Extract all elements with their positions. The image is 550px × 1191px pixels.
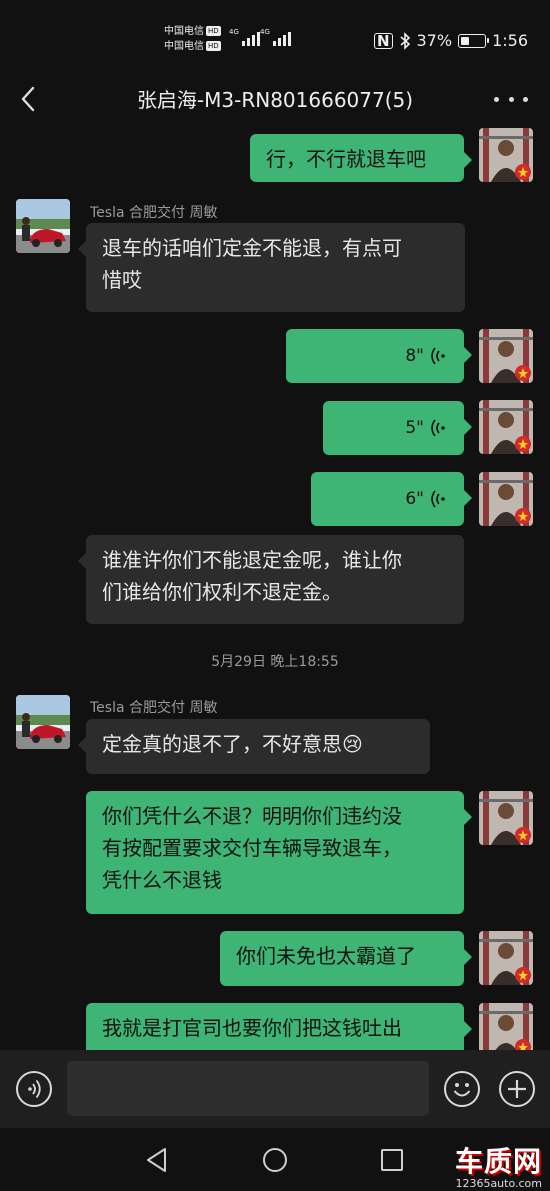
voice-message-bubble[interactable]: 8"	[286, 329, 472, 383]
battery-level	[461, 36, 469, 45]
nfc-icon: N	[373, 32, 393, 49]
message-text: 谁准许你们不能退定金呢，谁让你	[102, 548, 402, 572]
chat-header: 张启海-M3-RN801666077(5)	[0, 70, 550, 128]
voice-message-bubble[interactable]: 5"	[323, 401, 472, 455]
watermark-logo: 车质网	[454, 1145, 542, 1178]
emoji-icon[interactable]	[444, 1071, 480, 1107]
voice-wave-icon	[431, 347, 445, 365]
avatar-self[interactable]	[479, 400, 533, 454]
message-input[interactable]	[67, 1061, 429, 1116]
nav-recents-icon[interactable]	[380, 1148, 404, 1172]
battery-icon	[458, 33, 490, 48]
message-input-bar	[0, 1050, 550, 1128]
message-bubble-outgoing[interactable]: 我就是打官司也要你们把这钱吐出	[86, 1003, 472, 1050]
signal-icon: 4G	[260, 28, 291, 46]
message-text: 定金真的退不了，不好意思😢	[102, 732, 363, 756]
avatar-contact[interactable]	[16, 695, 70, 749]
message-bubble-outgoing[interactable]: 你们凭什么不退？明明你们违约没 有按配置要求交付车辆导致退车， 凭什么不退钱	[86, 791, 472, 914]
network-type: 4G	[260, 28, 270, 36]
watermark: 车质网 12365auto.com	[454, 1145, 542, 1191]
avatar-self[interactable]	[479, 472, 533, 526]
clock: 1:56	[492, 31, 528, 50]
voice-duration: 8"	[405, 346, 424, 366]
carrier-info: 中国电信 HD 中国电信 HD	[164, 24, 221, 54]
message-text: 行，不行就退车吧	[266, 147, 426, 171]
voice-wave-icon	[431, 490, 445, 508]
message-text: 你们凭什么不退？明明你们违约没	[102, 804, 402, 828]
message-list[interactable]: 行，不行就退车吧 Tesla 合肥交付 周敏 退车的话咱们定金不能退，有点可 惜…	[0, 128, 550, 1050]
message-bubble-outgoing[interactable]: 行，不行就退车吧	[250, 134, 472, 182]
hd-badge: HD	[206, 41, 221, 51]
avatar-contact[interactable]	[16, 199, 70, 253]
hd-badge: HD	[206, 26, 221, 36]
avatar-self[interactable]	[479, 791, 533, 845]
message-text: 我就是打官司也要你们把这钱吐出	[102, 1016, 402, 1040]
voice-wave-icon	[431, 419, 445, 437]
message-text: 有按配置要求交付车辆导致退车，	[102, 836, 402, 860]
message-bubble-incoming[interactable]: 定金真的退不了，不好意思😢	[78, 719, 430, 774]
message-timestamp: 5月29日 晚上18:55	[211, 654, 339, 670]
signal-icon: 4G	[229, 28, 260, 46]
status-bar: 中国电信 HD 中国电信 HD 4G 4G N 37% 1:56	[0, 0, 550, 70]
voice-duration: 5"	[405, 418, 424, 438]
avatar-self[interactable]	[479, 329, 533, 383]
nav-back-icon[interactable]	[145, 1147, 169, 1173]
message-bubble-incoming[interactable]: 退车的话咱们定金不能退，有点可 惜哎	[78, 223, 465, 312]
carrier-name-1: 中国电信	[164, 26, 204, 37]
sender-name: Tesla 合肥交付 周敏	[90, 205, 218, 221]
chat-title: 张启海-M3-RN801666077(5)	[136, 88, 414, 112]
voice-message-bubble[interactable]: 6"	[311, 472, 472, 526]
more-options-icon[interactable]	[494, 86, 528, 112]
message-text: 凭什么不退钱	[102, 868, 222, 892]
voice-input-icon[interactable]	[16, 1071, 52, 1107]
avatar-self[interactable]	[479, 128, 533, 182]
message-text: 退车的话咱们定金不能退，有点可	[102, 236, 402, 260]
back-arrow-icon[interactable]	[14, 82, 44, 116]
voice-duration: 6"	[405, 489, 424, 509]
sender-name: Tesla 合肥交付 周敏	[90, 700, 218, 716]
watermark-url: 12365auto.com	[455, 1177, 542, 1190]
message-text: 你们未免也太霸道了	[236, 944, 416, 968]
message-bubble-incoming[interactable]: 谁准许你们不能退定金呢，谁让你 们谁给你们权利不退定金。	[78, 535, 464, 624]
avatar-self[interactable]	[479, 1003, 533, 1050]
message-text: 们谁给你们权利不退定金。	[102, 580, 342, 604]
bluetooth-icon	[399, 31, 410, 50]
network-type: 4G	[229, 28, 239, 36]
nav-home-icon[interactable]	[262, 1147, 288, 1173]
battery-percent: 37%	[416, 31, 453, 50]
plus-icon[interactable]	[499, 1071, 535, 1107]
carrier-name-2: 中国电信	[164, 41, 204, 52]
message-text: 惜哎	[102, 268, 142, 292]
avatar-self[interactable]	[479, 931, 533, 985]
message-bubble-outgoing[interactable]: 你们未免也太霸道了	[220, 931, 472, 986]
